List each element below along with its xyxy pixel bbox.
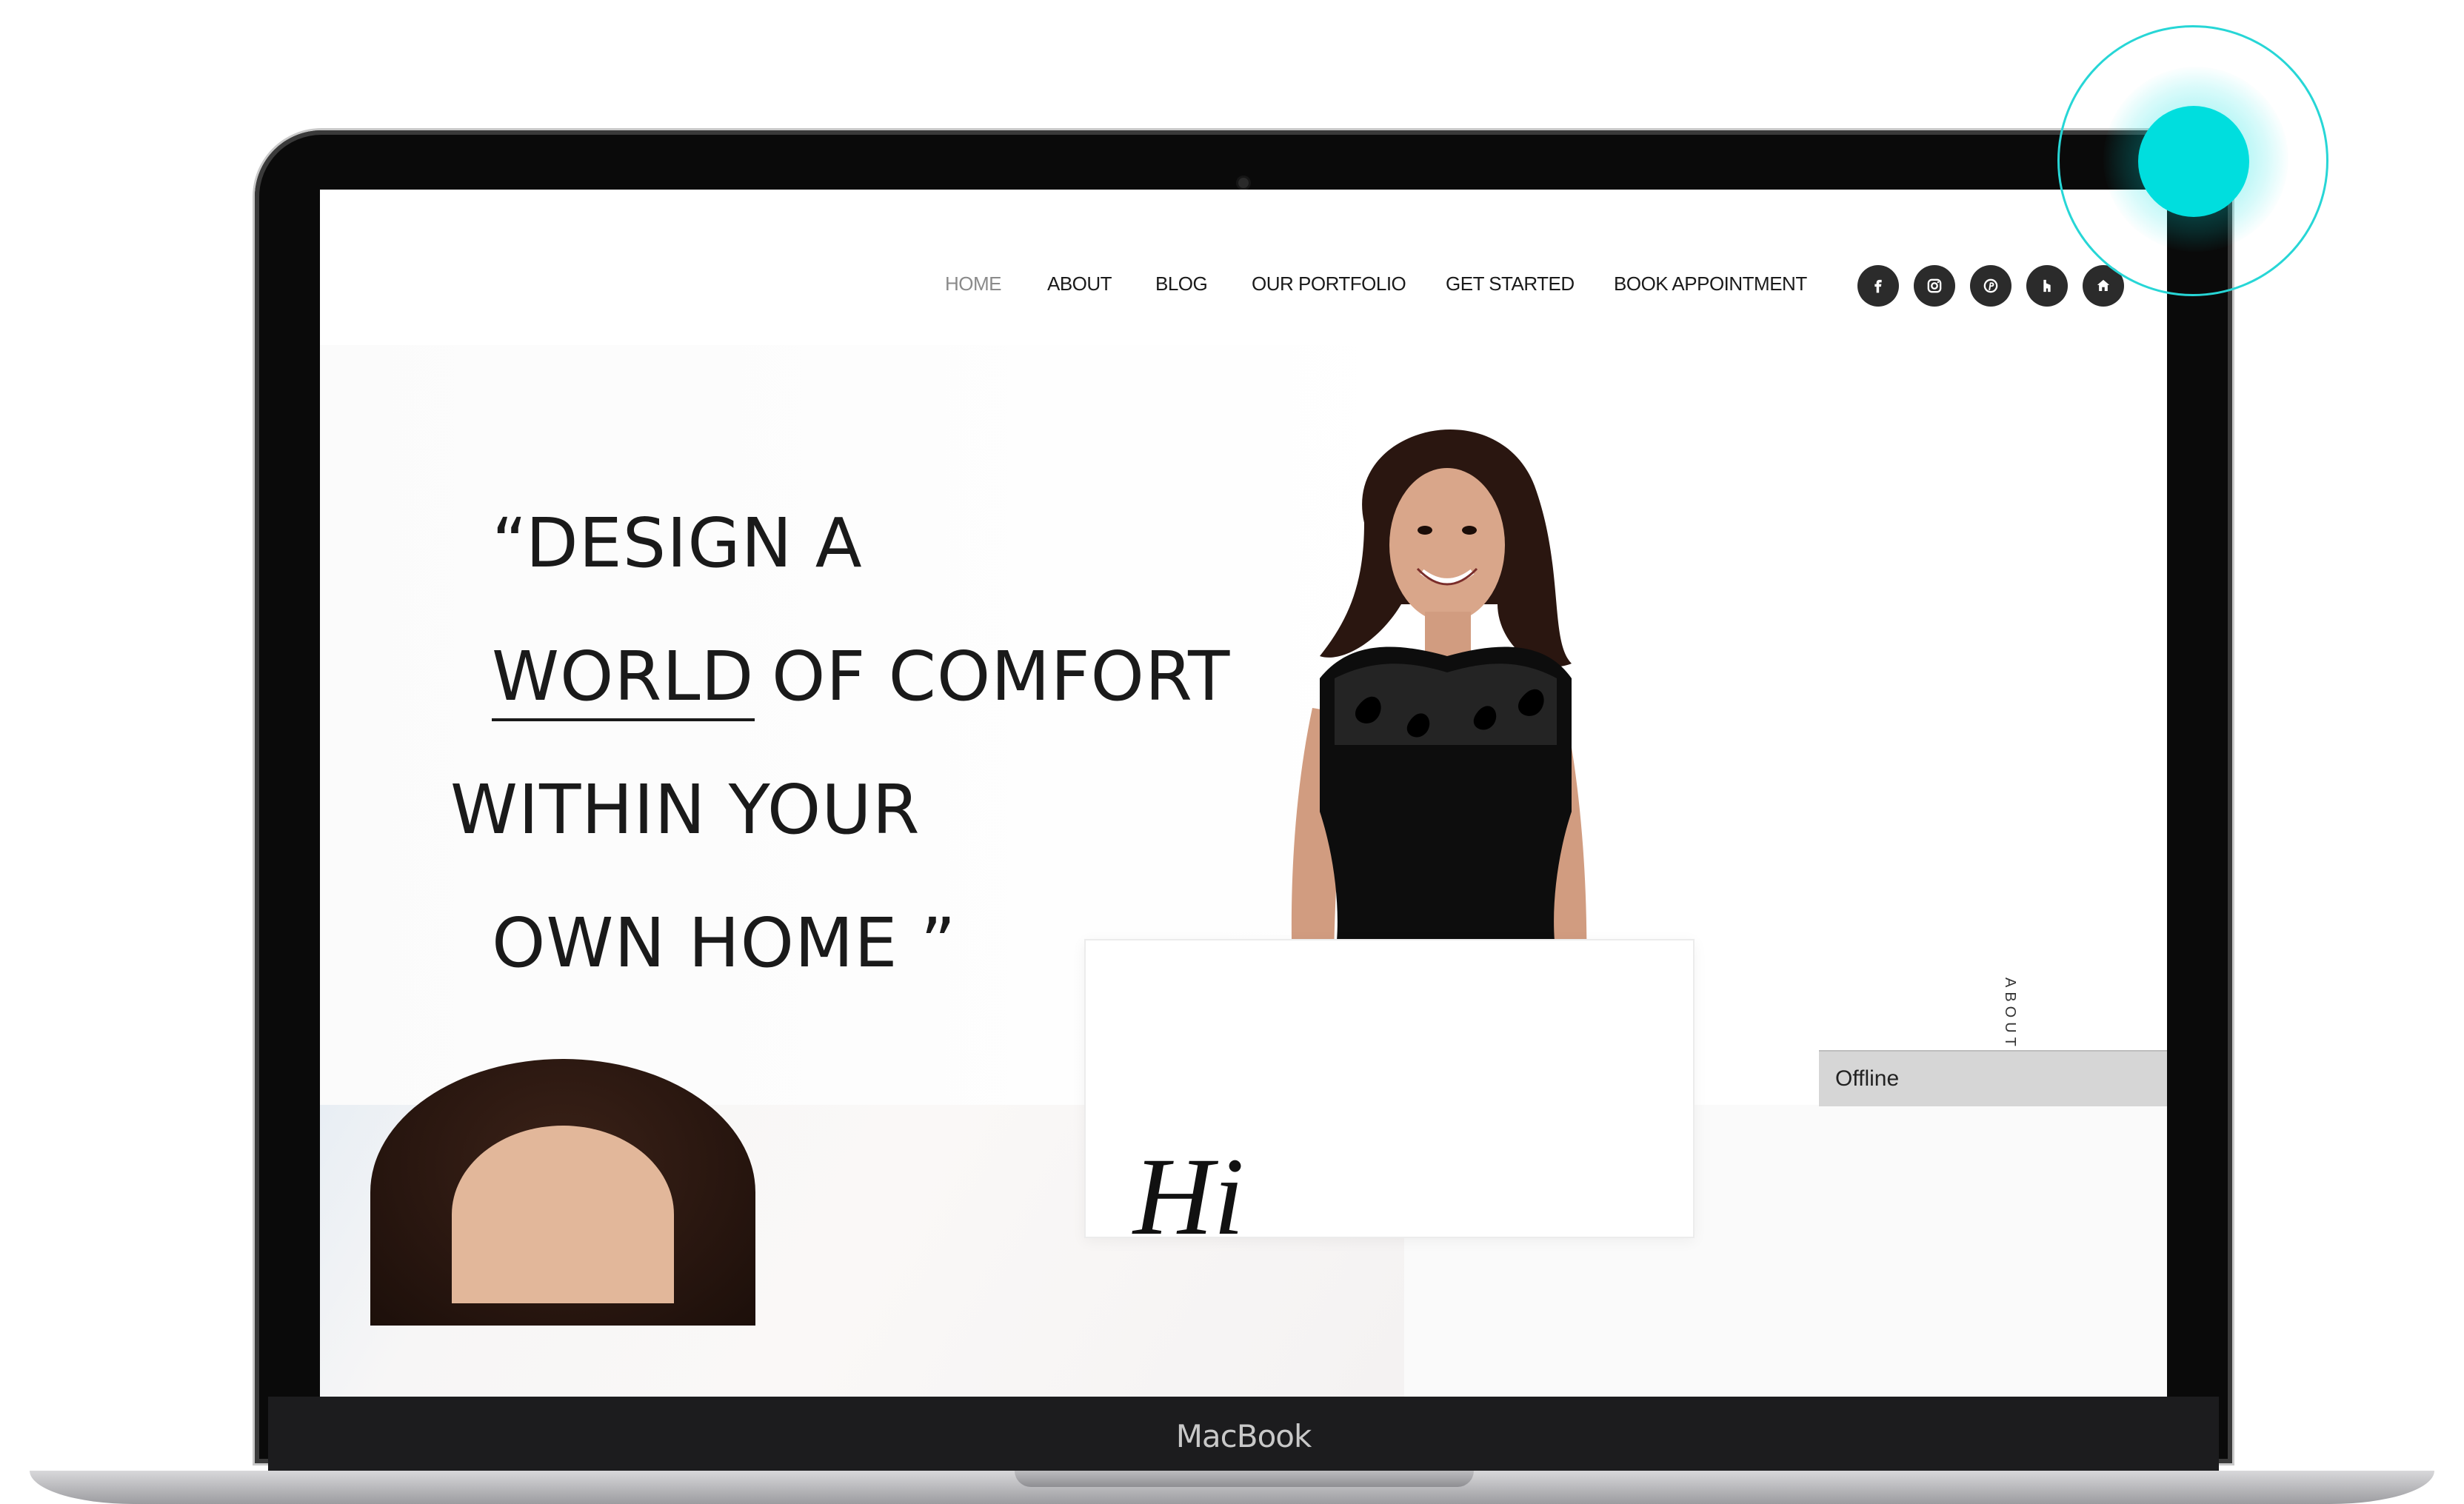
laptop-brand-label: MacBook <box>1175 1417 1312 1454</box>
hero-quote-line-3: WITHIN YOUR <box>450 770 921 849</box>
nav-item-get-started[interactable]: GET STARTED <box>1446 273 1575 295</box>
hero-quote-world: WORLD <box>492 637 755 716</box>
chat-offline-tab[interactable]: Offline <box>1819 1050 2167 1106</box>
nav-item-about[interactable]: ABOUT <box>1047 273 1112 295</box>
top-nav: HOME ABOUT BLOG OUR PORTFOLIO GET STARTE… <box>320 256 2167 315</box>
pinterest-icon[interactable] <box>1970 265 2011 307</box>
facebook-icon[interactable] <box>1857 265 1899 307</box>
camera-icon <box>1238 178 1249 188</box>
hero-quote-underline <box>492 718 755 721</box>
nav-item-our-portfolio[interactable]: OUR PORTFOLIO <box>1252 273 1406 295</box>
touch-indicator-dot <box>2138 106 2249 217</box>
about-section-label: ABOUT <box>2002 977 2018 1051</box>
houzz-icon[interactable] <box>2026 265 2068 307</box>
laptop-base-notch <box>1015 1471 1474 1487</box>
hero-quote-line-2: OF COMFORT <box>772 637 1231 716</box>
nav-item-book-appointment[interactable]: BOOK APPOINTMENT <box>1614 273 1807 295</box>
about-greeting: Hi <box>1133 1135 1244 1258</box>
hero-quote-line-4: OWN HOME ” <box>492 903 957 983</box>
about-portrait-face <box>452 1126 674 1303</box>
nav-item-blog[interactable]: BLOG <box>1155 273 1208 295</box>
laptop-bezel-bottom: MacBook <box>268 1397 2219 1475</box>
instagram-icon[interactable] <box>1914 265 1955 307</box>
screenshot-stage: HOME ABOUT BLOG OUR PORTFOLIO GET STARTE… <box>0 0 2464 1504</box>
nav-item-home[interactable]: HOME <box>945 273 1002 295</box>
hero-quote-line-1: “DESIGN A <box>492 504 863 583</box>
